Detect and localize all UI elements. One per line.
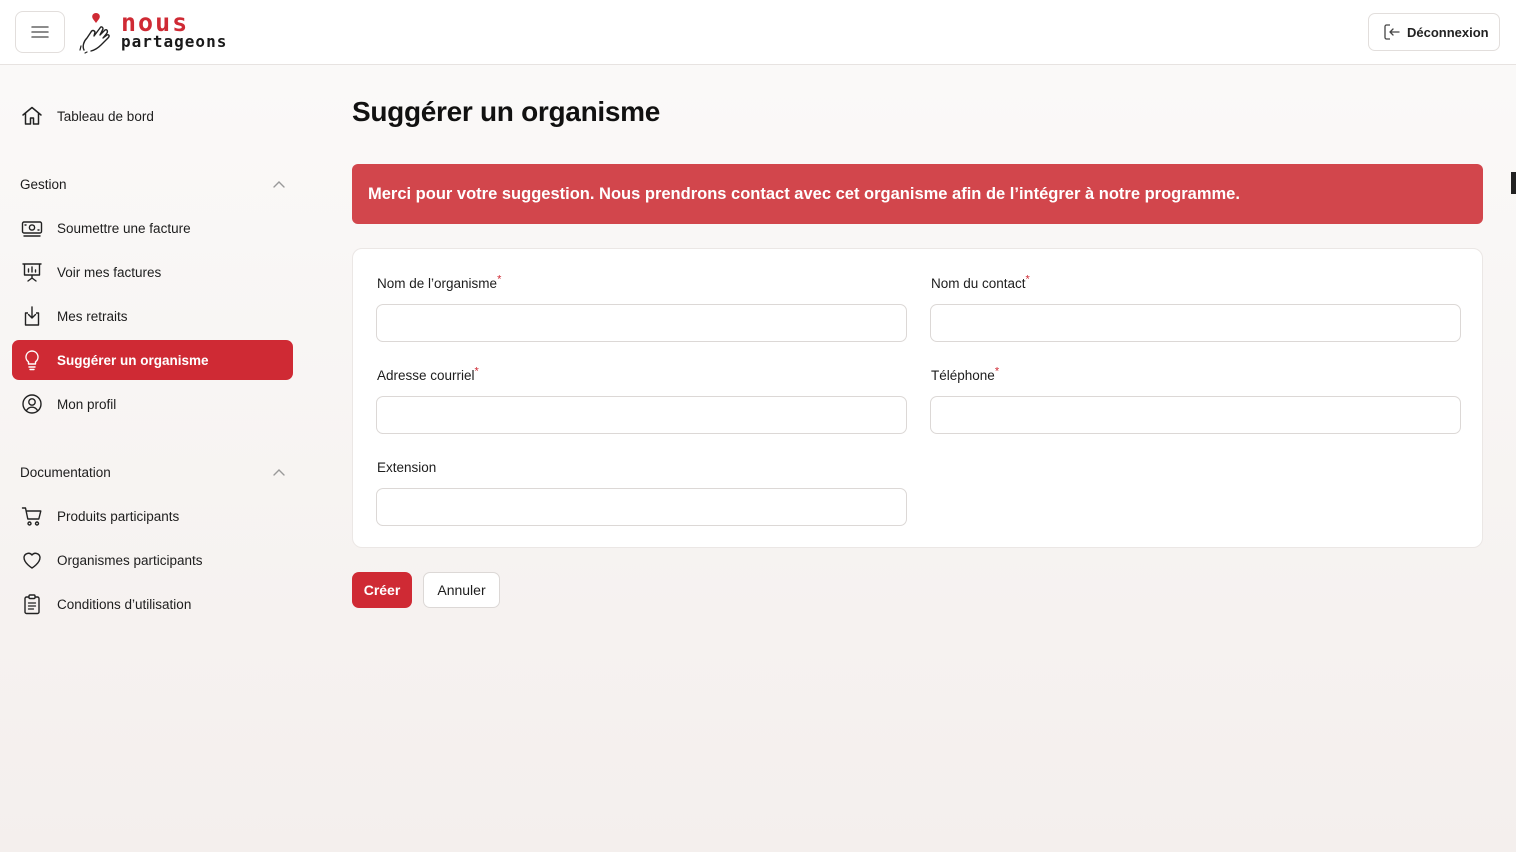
scrollbar-thumb[interactable] [1511, 172, 1516, 194]
suggestion-form: Nom de l’organisme* Nom du contact* Adre… [352, 248, 1483, 548]
sidebar-item-products[interactable]: Produits participants [12, 496, 293, 536]
page-title: Suggérer un organisme [352, 96, 660, 127]
logout-button[interactable]: Déconnexion [1368, 13, 1500, 51]
section-title-gestion: Gestion [20, 176, 67, 192]
logo[interactable]: nous partageons [78, 9, 238, 56]
chevron-up-icon [273, 469, 285, 476]
required-mark: * [1025, 273, 1030, 286]
sidebar-item-label: Tableau de bord [57, 108, 154, 124]
sidebar-item-label: Voir mes factures [57, 264, 162, 280]
org-name-label-text: Nom de l’organisme [377, 276, 498, 291]
money-icon [21, 221, 43, 237]
extension-input[interactable] [376, 488, 907, 526]
contact-name-label-text: Nom du contact [931, 276, 1026, 291]
logout-icon [1384, 24, 1400, 40]
sidebar-item-label: Mes retraits [57, 308, 128, 324]
sidebar-item-label: Suggérer un organisme [57, 352, 209, 368]
alert-message: Merci pour votre suggestion. Nous prendr… [368, 184, 1240, 203]
extension-label-text: Extension [377, 460, 437, 475]
phone-label: Téléphone* [931, 365, 1000, 383]
required-mark: * [994, 365, 1000, 378]
chevron-up-icon [273, 181, 285, 188]
email-label: Adresse courriel* [377, 365, 479, 383]
sidebar-item-organizations[interactable]: Organismes participants [12, 540, 293, 580]
sidebar-item-terms[interactable]: Conditions d’utilisation [12, 584, 293, 624]
clipboard-icon [24, 594, 40, 615]
sidebar-item-label: Produits participants [57, 508, 180, 524]
email-input[interactable] [376, 396, 907, 434]
cancel-button[interactable]: Annuler [423, 572, 500, 608]
success-alert: Merci pour votre suggestion. Nous prendr… [352, 164, 1483, 224]
cart-icon [21, 507, 42, 526]
hand-heart-logo-icon [79, 13, 110, 54]
sidebar-item-label: Conditions d’utilisation [57, 596, 192, 612]
org-name-input[interactable] [376, 304, 907, 342]
logo-text-partageons: partageons [121, 32, 228, 51]
org-name-label: Nom de l’organisme* [377, 273, 502, 291]
sidebar-item-suggest-organization[interactable]: Suggérer un organisme [12, 340, 293, 380]
phone-label-text: Téléphone [931, 368, 995, 383]
home-icon [22, 106, 42, 125]
sidebar-item-label: Organismes participants [57, 552, 203, 568]
create-button[interactable]: Créer [352, 572, 412, 608]
hamburger-icon [31, 26, 49, 38]
sidebar-item-label: Mon profil [57, 396, 117, 412]
extension-label: Extension [377, 460, 436, 475]
user-circle-icon [22, 394, 42, 414]
withdraw-icon [24, 306, 40, 326]
menu-button[interactable] [15, 11, 65, 53]
contact-name-label: Nom du contact* [931, 273, 1030, 291]
heart-icon [23, 552, 41, 569]
sidebar-item-view-invoices[interactable]: Voir mes factures [12, 252, 293, 292]
sidebar-item-label: Soumettre une facture [57, 220, 191, 236]
required-mark: * [497, 273, 502, 286]
sidebar-item-profile[interactable]: Mon profil [12, 384, 293, 424]
section-title-documentation: Documentation [20, 464, 111, 480]
invoice-chart-icon [22, 263, 42, 282]
lightbulb-icon [25, 350, 39, 371]
logout-label: Déconnexion [1407, 24, 1489, 40]
phone-input[interactable] [930, 396, 1461, 434]
section-documentation-toggle[interactable]: Documentation [20, 460, 285, 484]
sidebar-item-dashboard[interactable]: Tableau de bord [12, 96, 293, 136]
section-gestion-toggle[interactable]: Gestion [20, 172, 285, 196]
top-header: nous partageons Déconnexion [0, 0, 1516, 65]
email-label-text: Adresse courriel [377, 368, 475, 383]
sidebar-item-withdrawals[interactable]: Mes retraits [12, 296, 293, 336]
required-mark: * [474, 365, 479, 378]
sidebar-item-submit-invoice[interactable]: Soumettre une facture [12, 208, 293, 248]
contact-name-input[interactable] [930, 304, 1461, 342]
